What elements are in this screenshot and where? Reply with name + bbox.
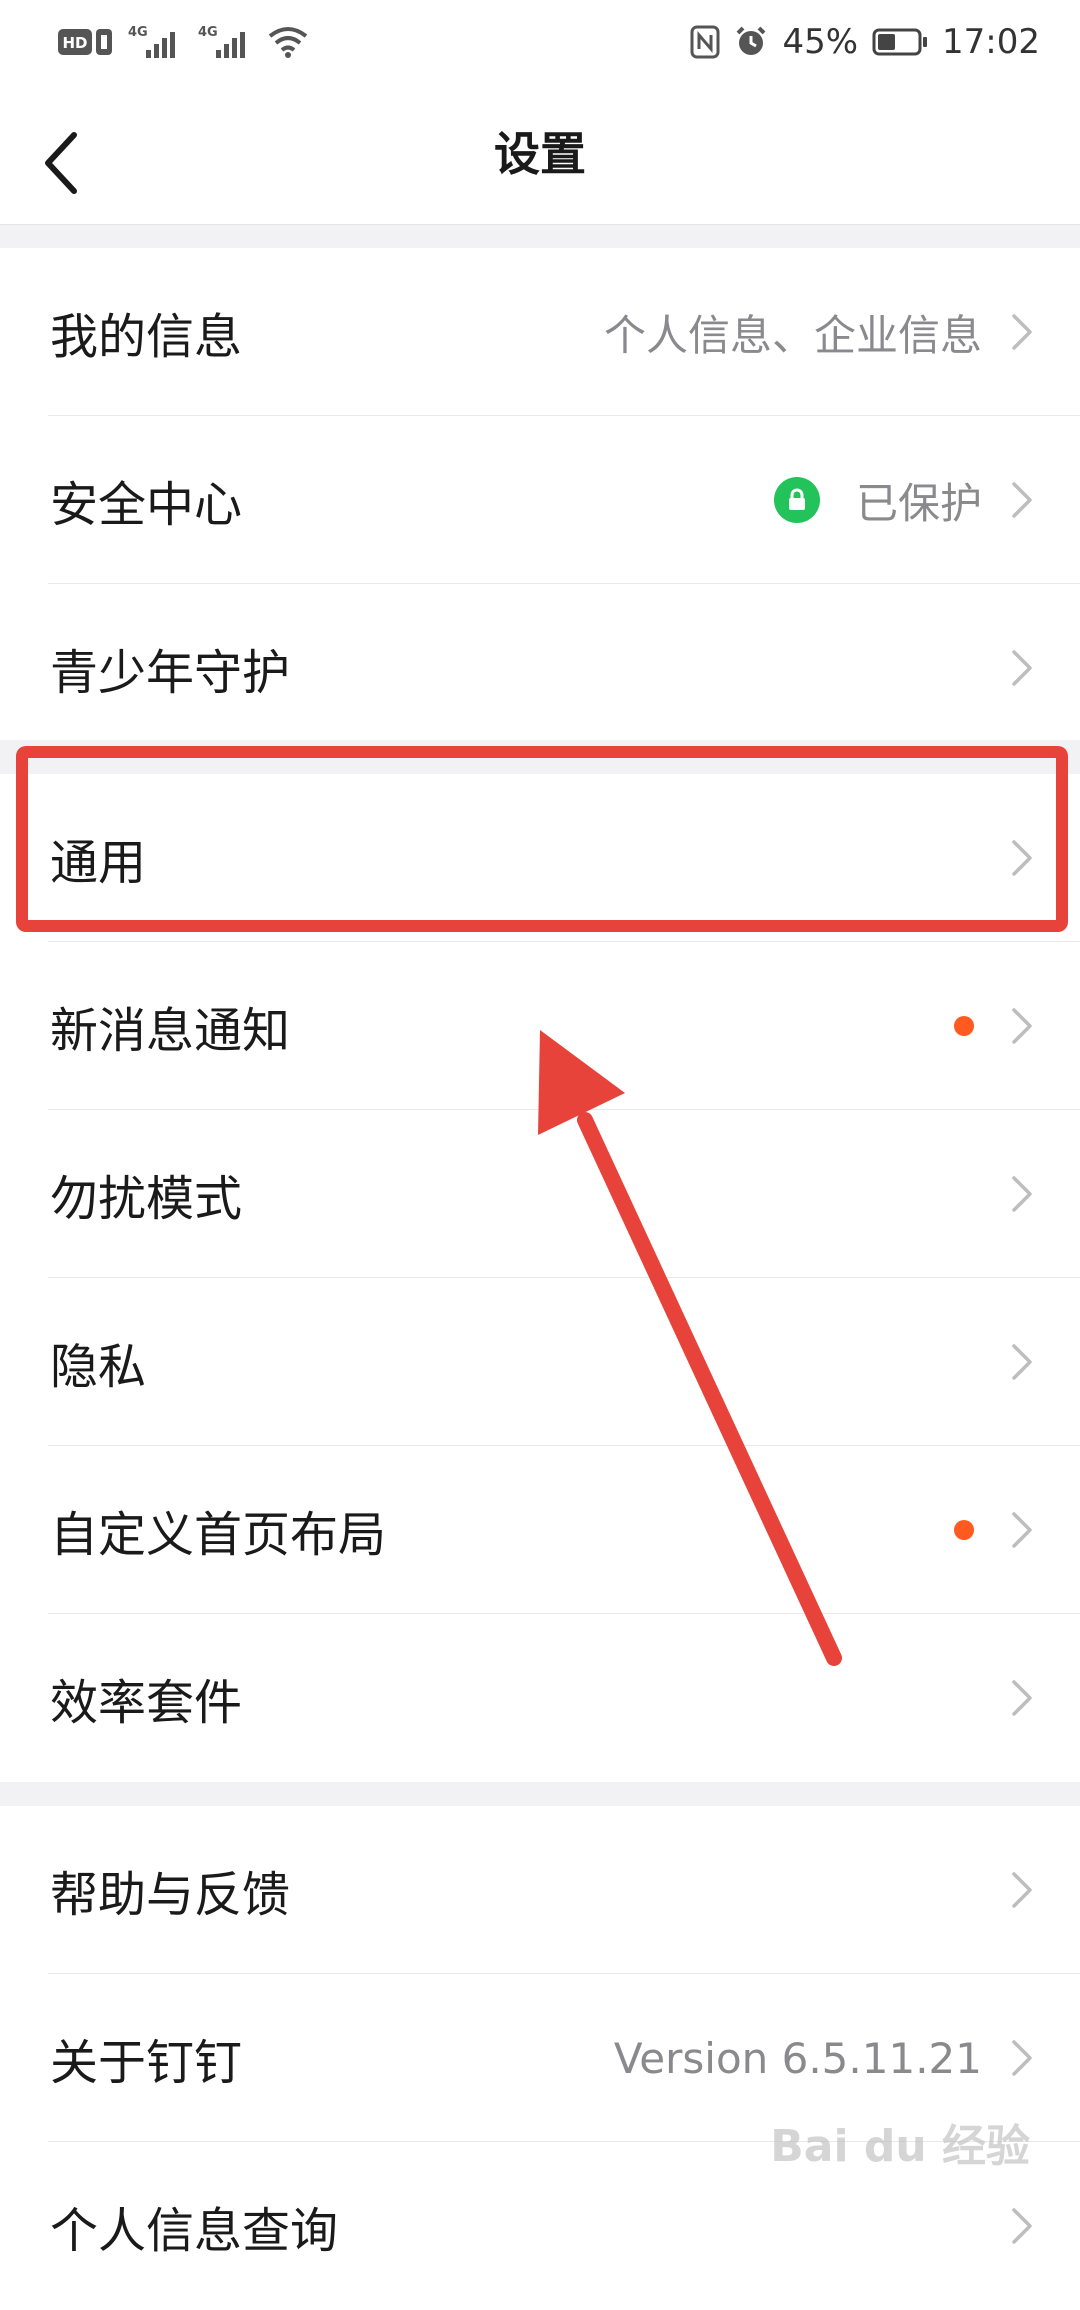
- chevron-right-icon: [1004, 2204, 1040, 2248]
- clock-time: 17:02: [942, 22, 1040, 62]
- setting-row-security-center[interactable]: 安全中心 已保护: [0, 416, 1080, 584]
- setting-value: 个人信息、企业信息: [603, 310, 982, 360]
- setting-label: 自定义首页布局: [50, 1507, 387, 1563]
- version-text: Version 6.5.11.21: [613, 2033, 982, 2083]
- lock-icon: [773, 477, 820, 523]
- back-button[interactable]: [40, 118, 130, 208]
- settings-group-account: 我的信息 个人信息、企业信息 安全中心 已保护 青少年守护: [0, 248, 1080, 752]
- battery-icon: [872, 27, 928, 57]
- status-right: 45% 17:02: [690, 20, 1040, 64]
- battery-percent: 45%: [782, 22, 859, 62]
- signal-4g-icon-2: 4G: [198, 24, 254, 60]
- unread-dot-badge: [954, 1016, 974, 1036]
- section-divider: [0, 740, 1080, 774]
- net2-label: 4G: [198, 25, 218, 40]
- status-bar: HD 4G 4G 45% 17:02: [0, 0, 1080, 84]
- setting-row-notifications[interactable]: 新消息通知: [0, 942, 1080, 1110]
- chevron-right-icon: [1004, 1508, 1040, 1552]
- chevron-left-icon: [45, 132, 77, 194]
- nfc-icon: [690, 25, 720, 59]
- section-divider: [0, 1782, 1080, 1806]
- setting-label: 青少年守护: [50, 645, 291, 701]
- setting-row-youth-guard[interactable]: 青少年守护: [0, 584, 1080, 752]
- chevron-right-icon: [1004, 836, 1040, 880]
- settings-group-about: 帮助与反馈 关于钉钉 Version 6.5.11.21 个人信息查询: [0, 1806, 1080, 2310]
- section-divider: [0, 224, 1080, 248]
- setting-value: 已保护: [855, 478, 982, 528]
- setting-row-general[interactable]: 通用: [0, 774, 1080, 942]
- setting-label: 通用: [50, 835, 147, 891]
- chevron-right-icon: [1004, 2036, 1040, 2080]
- settings-group-general: 通用 新消息通知 勿扰模式 隐私 自定义首页布局 效率套件: [0, 774, 1080, 1782]
- chevron-right-icon: [1004, 1340, 1040, 1384]
- signal-4g-icon: 4G: [128, 24, 184, 60]
- setting-row-home-layout[interactable]: 自定义首页布局: [0, 1446, 1080, 1614]
- unread-dot-badge: [954, 1520, 974, 1540]
- chevron-right-icon: [1004, 1676, 1040, 1720]
- hd-icon: HD: [58, 27, 114, 57]
- chevron-right-icon: [1004, 310, 1040, 354]
- setting-row-do-not-disturb[interactable]: 勿扰模式: [0, 1110, 1080, 1278]
- setting-label: 勿扰模式: [50, 1171, 243, 1227]
- wifi-icon: [268, 26, 308, 58]
- chevron-right-icon: [1004, 478, 1040, 522]
- watermark-logo: Bai du 经验: [770, 2121, 1030, 2172]
- hd-label: HD: [62, 34, 87, 52]
- nav-header: 设置: [0, 84, 1080, 224]
- setting-label: 帮助与反馈: [50, 1867, 291, 1923]
- alarm-icon: [734, 25, 768, 59]
- setting-label: 我的信息: [50, 309, 243, 365]
- setting-row-my-info[interactable]: 我的信息 个人信息、企业信息: [0, 248, 1080, 416]
- page-title: 设置: [494, 127, 586, 181]
- setting-label: 个人信息查询: [50, 2203, 339, 2259]
- setting-row-help-feedback[interactable]: 帮助与反馈: [0, 1806, 1080, 1974]
- setting-label: 隐私: [50, 1339, 147, 1395]
- chevron-right-icon: [1004, 646, 1040, 690]
- net1-label: 4G: [128, 25, 148, 40]
- chevron-right-icon: [1004, 1004, 1040, 1048]
- setting-row-privacy[interactable]: 隐私: [0, 1278, 1080, 1446]
- chevron-right-icon: [1004, 1868, 1040, 1912]
- status-left: HD 4G 4G: [58, 22, 308, 62]
- setting-label: 新消息通知: [50, 1003, 291, 1059]
- setting-label: 安全中心: [50, 477, 243, 533]
- chevron-right-icon: [1004, 1172, 1040, 1216]
- setting-label: 效率套件: [50, 1675, 243, 1731]
- setting-row-efficiency-suite[interactable]: 效率套件: [0, 1614, 1080, 1782]
- setting-label: 关于钉钉: [50, 2035, 243, 2091]
